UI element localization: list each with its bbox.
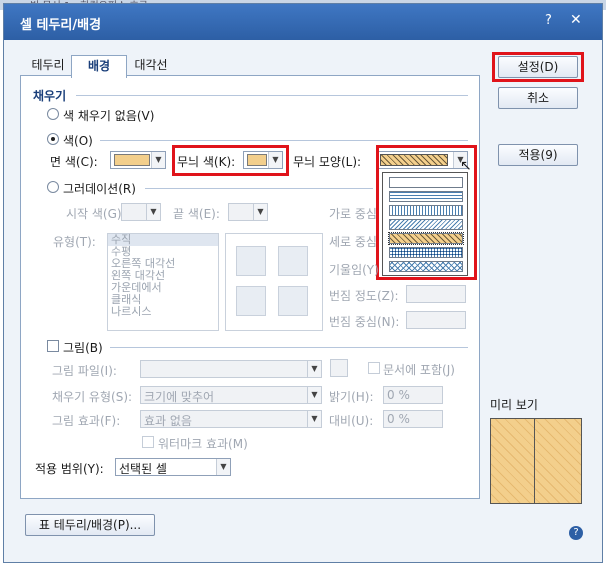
picture-effect-value: 효과 없음 bbox=[144, 414, 192, 428]
fill-section-title: 채우기 bbox=[33, 89, 67, 103]
gradation-shape-option[interactable] bbox=[278, 246, 308, 276]
help-icon[interactable]: ? bbox=[569, 526, 583, 540]
preview-box bbox=[490, 418, 582, 504]
horizontal-center-label: 가로 중심 bbox=[329, 207, 377, 221]
end-color-label: 끝 색(E): bbox=[173, 207, 220, 221]
apply-scope-value: 선택된 셀 bbox=[119, 462, 167, 476]
dialog-titlebar: 셀 테두리/배경 ? ✕ bbox=[4, 4, 602, 40]
pattern-shape-label: 무늬 모양(L): bbox=[293, 155, 362, 169]
divider bbox=[100, 140, 468, 141]
gradation-shape-preview bbox=[225, 233, 323, 331]
picture-effect-label: 그림 효과(F): bbox=[52, 414, 121, 428]
fill-type-label: 채우기 유형(S): bbox=[52, 390, 133, 404]
contrast-value: 0 % bbox=[387, 412, 410, 426]
end-color-combo[interactable]: ▼ bbox=[228, 203, 268, 221]
preview-label: 미리 보기 bbox=[490, 398, 538, 412]
divider bbox=[145, 188, 373, 189]
chevron-down-icon: ▼ bbox=[216, 459, 230, 475]
chevron-down-icon: ▼ bbox=[151, 152, 165, 168]
blur-spinner[interactable] bbox=[406, 285, 466, 303]
tab-border[interactable]: 테두리 bbox=[26, 55, 70, 77]
color-fill-radio[interactable] bbox=[47, 133, 59, 145]
folder-icon[interactable] bbox=[330, 359, 348, 377]
watermark-label: 워터마크 효과(M) bbox=[158, 437, 248, 451]
help-icon[interactable]: ? bbox=[545, 13, 552, 28]
picture-label: 그림(B) bbox=[63, 341, 103, 355]
include-in-doc-label: 문서에 포함(J) bbox=[383, 363, 455, 377]
contrast-spinner[interactable]: 0 % bbox=[383, 410, 443, 428]
gradation-radio[interactable] bbox=[47, 181, 59, 193]
gradation-label: 그러데이션(R) bbox=[63, 182, 136, 196]
divider bbox=[110, 347, 468, 348]
apply-scope-combo[interactable]: 선택된 셀 ▼ bbox=[115, 458, 231, 476]
fill-type-combo[interactable]: 크기에 맞추어 ▼ bbox=[140, 386, 322, 404]
picture-file-combo[interactable]: ▼ bbox=[140, 360, 322, 378]
picture-checkbox[interactable] bbox=[47, 340, 59, 352]
brightness-spinner[interactable]: 0 % bbox=[383, 386, 443, 404]
no-fill-label: 색 채우기 없음(V) bbox=[63, 109, 155, 123]
mouse-cursor-icon: ↖ bbox=[460, 158, 472, 174]
contrast-label: 대비(U): bbox=[329, 414, 374, 428]
brightness-label: 밝기(H): bbox=[329, 390, 374, 404]
blur-center-label: 번짐 중심(N): bbox=[329, 315, 400, 329]
blur-center-spinner[interactable] bbox=[406, 311, 466, 329]
close-icon[interactable]: ✕ bbox=[570, 12, 582, 28]
face-color-label: 면 색(C): bbox=[50, 155, 98, 169]
include-in-doc-checkbox[interactable] bbox=[368, 362, 380, 374]
vertical-center-label: 세로 중심 bbox=[329, 235, 377, 249]
watermark-checkbox[interactable] bbox=[142, 436, 154, 448]
apply-scope-label: 적용 범위(Y): bbox=[35, 462, 104, 476]
face-color-picker[interactable]: ▼ bbox=[110, 151, 166, 169]
gradation-shape-option[interactable] bbox=[236, 246, 266, 276]
start-color-combo[interactable]: ▼ bbox=[121, 203, 161, 221]
type-label: 유형(T): bbox=[53, 235, 96, 249]
cancel-button[interactable]: 취소 bbox=[498, 87, 578, 109]
tab-background[interactable]: 배경 bbox=[71, 55, 127, 78]
table-border-background-button[interactable]: 표 테두리/배경(P)... bbox=[25, 514, 155, 536]
dialog-title: 셀 테두리/배경 bbox=[20, 18, 102, 33]
blur-label: 번짐 정도(Z): bbox=[329, 289, 399, 303]
face-color-swatch bbox=[114, 154, 150, 166]
picture-file-label: 그림 파일(I): bbox=[52, 364, 117, 378]
apply-button[interactable]: 적용(9) bbox=[498, 144, 578, 166]
section-divider bbox=[76, 95, 468, 96]
start-color-label: 시작 색(G): bbox=[66, 207, 126, 221]
tab-diagonal[interactable]: 대각선 bbox=[128, 55, 174, 77]
ok-button-highlight bbox=[492, 52, 584, 82]
gradation-shape-option[interactable] bbox=[236, 286, 266, 316]
slant-label: 기울임(Y) bbox=[329, 263, 379, 277]
color-fill-label: 색(O) bbox=[63, 134, 93, 148]
brightness-value: 0 % bbox=[387, 388, 410, 402]
gradation-shape-option[interactable] bbox=[278, 286, 308, 316]
fill-type-value: 크기에 맞추어 bbox=[144, 390, 215, 404]
list-item[interactable]: 나르시스 bbox=[108, 306, 218, 318]
gradation-type-list[interactable]: 수직 수평 오른쪽 대각선 왼쪽 대각선 가운데에서 클래식 나르시스 bbox=[107, 233, 219, 331]
pattern-color-highlight bbox=[172, 145, 289, 176]
no-fill-radio[interactable] bbox=[47, 108, 59, 120]
picture-effect-combo[interactable]: 효과 없음 ▼ bbox=[140, 410, 322, 428]
